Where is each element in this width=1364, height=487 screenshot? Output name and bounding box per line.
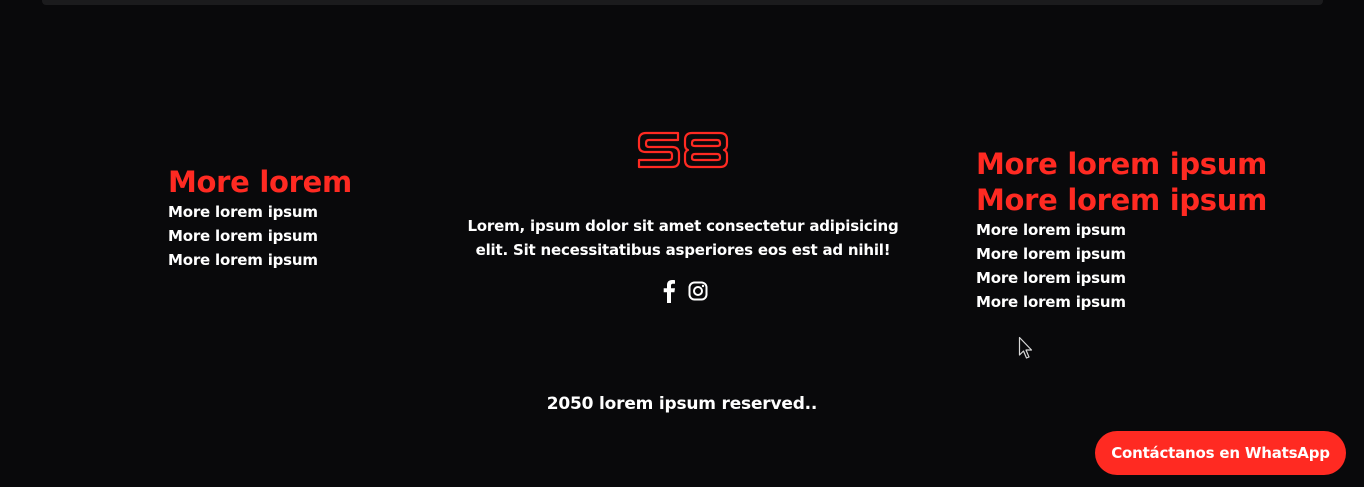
mouse-cursor-icon bbox=[1018, 336, 1033, 359]
instagram-icon[interactable] bbox=[688, 278, 708, 304]
footer-link[interactable]: More lorem ipsum bbox=[976, 290, 1306, 314]
footer-link[interactable]: More lorem ipsum bbox=[168, 248, 408, 272]
top-section-edge bbox=[42, 0, 1323, 5]
footer-link[interactable]: More lorem ipsum bbox=[976, 242, 1306, 266]
footer-column-heading: More lorem ipsum More lorem ipsum bbox=[976, 146, 1306, 218]
footer-column-right: More lorem ipsum More lorem ipsum More l… bbox=[976, 146, 1306, 314]
heading-line: More lorem ipsum bbox=[976, 147, 1268, 181]
heading-line: More lorem ipsum bbox=[976, 183, 1268, 217]
footer-link-list: More lorem ipsum More lorem ipsum More l… bbox=[976, 218, 1306, 314]
footer-link[interactable]: More lorem ipsum bbox=[168, 200, 408, 224]
facebook-icon[interactable] bbox=[659, 278, 679, 304]
footer-link[interactable]: More lorem ipsum bbox=[976, 218, 1306, 242]
footer-link-list: More lorem ipsum More lorem ipsum More l… bbox=[168, 200, 408, 272]
footer-link[interactable]: More lorem ipsum bbox=[168, 224, 408, 248]
copyright-text: 2050 lorem ipsum reserved.. bbox=[546, 394, 818, 414]
footer-column-center: Lorem, ipsum dolor sit amet consectetur … bbox=[460, 128, 906, 304]
brand-logo[interactable] bbox=[636, 128, 730, 172]
page: More lorem More lorem ipsum More lorem i… bbox=[0, 0, 1364, 487]
footer-column-left: More lorem More lorem ipsum More lorem i… bbox=[168, 164, 408, 272]
footer-link[interactable]: More lorem ipsum bbox=[976, 266, 1306, 290]
whatsapp-contact-button[interactable]: Contáctanos en WhatsApp bbox=[1095, 431, 1346, 475]
footer-tagline: Lorem, ipsum dolor sit amet consectetur … bbox=[467, 217, 899, 259]
social-links bbox=[460, 278, 906, 304]
footer-column-heading: More lorem bbox=[168, 165, 352, 199]
